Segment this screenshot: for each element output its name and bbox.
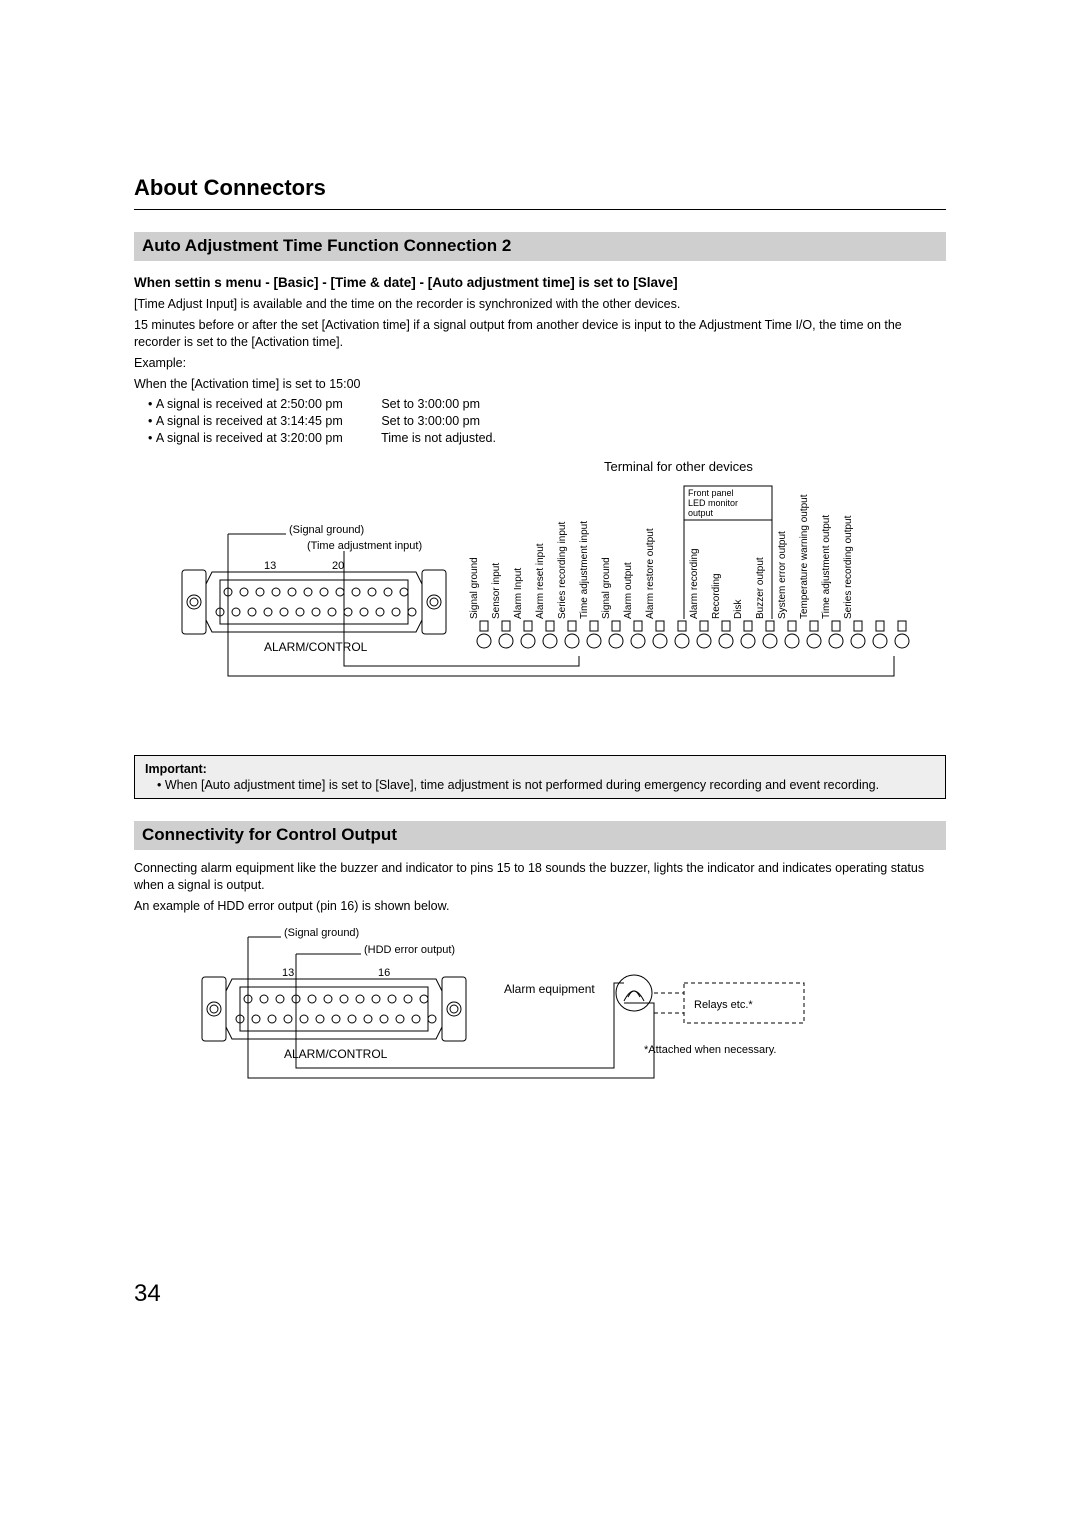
- pin-label: Signal ground: [469, 557, 480, 619]
- pin-label: Buzzer output: [755, 557, 766, 619]
- pin-label: Sensor input: [491, 563, 502, 619]
- title-rule: [134, 209, 946, 210]
- section1-p1: [Time Adjust Input] is available and the…: [134, 296, 946, 313]
- document-page: About Connectors Auto Adjustment Time Fu…: [0, 0, 1080, 1528]
- signal-ground-label-1: (Signal ground): [289, 524, 364, 536]
- footnote-label: *Attached when necessary.: [644, 1044, 776, 1056]
- section2-p2: An example of HDD error output (pin 16) …: [134, 898, 946, 915]
- section1-bullet-3: A signal is received at 3:20:00 pm Time …: [148, 430, 946, 447]
- pin-label: Time adjustment input: [579, 521, 590, 619]
- signal-ground-label-2: (Signal ground): [284, 927, 359, 939]
- svg-text:13: 13: [282, 967, 294, 979]
- pin-label: Time adjustment output: [821, 515, 832, 619]
- pin-label: Series recording input: [557, 522, 568, 619]
- section1-p4: When the [Activation time] is set to 15:…: [134, 376, 946, 393]
- alarm-control-label-2: ALARM/CONTROL: [284, 1047, 388, 1061]
- pin-label: Disk: [733, 600, 744, 619]
- svg-text:20: 20: [332, 560, 344, 572]
- pin-label: Signal ground: [601, 557, 612, 619]
- section-heading-1: Auto Adjustment Time Function Connection…: [134, 232, 946, 261]
- pin-label: Alarm restore output: [645, 528, 656, 619]
- time-adj-input-label: (Time adjustment input): [307, 540, 422, 552]
- page-title: About Connectors: [134, 175, 946, 201]
- pin-label: Recording: [711, 573, 722, 619]
- pin-label: Temperature warning output: [799, 494, 810, 619]
- section1-subheading: When settin s menu - [Basic] - [Time & d…: [134, 275, 946, 290]
- diagram-1: Terminal for other devices: [134, 461, 946, 741]
- relays-label: Relays etc.*: [694, 999, 753, 1011]
- terminal-title: Terminal for other devices: [604, 461, 753, 474]
- section2-p1: Connecting alarm equipment like the buzz…: [134, 860, 946, 894]
- page-number: 34: [134, 1280, 161, 1308]
- alarm-control-label-1: ALARM/CONTROL: [264, 640, 368, 654]
- pin-label: Series recording output: [843, 516, 854, 619]
- section-heading-2: Connectivity for Control Output: [134, 821, 946, 850]
- hdd-error-label: (HDD error output): [364, 944, 455, 956]
- pin-label: System error output: [777, 531, 788, 619]
- pin-label: Alarm output: [623, 562, 634, 619]
- section1-p2: 15 minutes before or after the set [Acti…: [134, 317, 946, 351]
- pin-label: Alarm reset input: [535, 543, 546, 619]
- svg-text:13: 13: [264, 560, 276, 572]
- diagram-2-svg: (Signal ground) (HDD error output) 13 16…: [134, 923, 946, 1113]
- pin-label: Alarm Input: [513, 568, 524, 619]
- section1-bullet-2: A signal is received at 3:14:45 pm Set t…: [148, 413, 946, 430]
- diagram-2: (Signal ground) (HDD error output) 13 16…: [134, 923, 946, 1113]
- alarm-equipment-label: Alarm equipment: [504, 982, 595, 996]
- section1-bullet-1: A signal is received at 2:50:00 pm Set t…: [148, 396, 946, 413]
- important-note: Important: When [Auto adjustment time] i…: [134, 755, 946, 799]
- section1-p3: Example:: [134, 355, 946, 372]
- svg-text:16: 16: [378, 967, 390, 979]
- pin-label: Alarm recording: [689, 548, 700, 619]
- pin-labels-1: Signal ground Sensor input Alarm Input Alar…: [484, 479, 914, 619]
